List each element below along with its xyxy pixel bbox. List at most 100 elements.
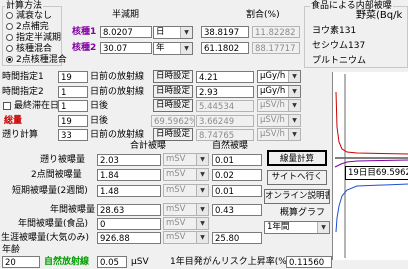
nuclide1-unit-select[interactable]: 日 ▼ [153, 26, 193, 39]
exposure-unit-select: mSV ▼ [163, 168, 209, 181]
exposure-unit-value: mSV [166, 154, 186, 164]
exposure-natural: 0.01 [212, 154, 262, 166]
total-text: 日後 [90, 116, 109, 126]
time1-days-input[interactable]: 19 [58, 71, 88, 83]
natural-radiation-label: 自然放射線 [44, 257, 90, 267]
last-stay-unit-value: µSV/h [260, 100, 285, 110]
natural-exposure-header: 自然被曝 [212, 141, 249, 151]
exposure-unit-select: mSV ▼ [163, 184, 209, 197]
exposure-natural: 25.80 [212, 232, 262, 244]
nuclide2-half-life-input[interactable]: 30.07 [100, 42, 152, 54]
nuclide2-ratio2: 88.17717 [252, 42, 300, 54]
graph-period-select[interactable]: 1年間 ▼ [264, 221, 330, 234]
exposure-label: 年間被曝量(食品) [18, 219, 89, 229]
food-item-cesium: セシウム137 [312, 41, 366, 51]
exposure-unit-value: mSV [166, 185, 186, 195]
time1-text: 日前の放射線 [90, 72, 145, 82]
online-manual-button[interactable]: オンライン説明書 [264, 189, 330, 204]
food-item-plutonium: プルトニウム [312, 56, 367, 66]
last-stay-dose: 5.44534 [196, 100, 254, 112]
exposure-label: 2点間被曝量 [31, 170, 82, 180]
nuclide1-half-life-input[interactable]: 8.0207 [100, 26, 152, 38]
dose-graph-curve-blue [335, 183, 408, 233]
chevron-down-icon: ▼ [317, 222, 329, 233]
radio-two-point-mix[interactable] [6, 56, 13, 63]
time2-unit-value: µGy/h [260, 86, 286, 96]
chevron-down-icon: ▼ [196, 218, 208, 229]
exposure-total: 28.63 [97, 204, 161, 216]
exposure-total: 1.48 [97, 185, 161, 197]
time2-dose-input[interactable]: 2.93 [196, 86, 254, 98]
exposure-unit-value: mSV [166, 232, 186, 242]
exposure-total: 0 [97, 218, 161, 230]
graph-tooltip-text: 19日目69.5962% [348, 168, 408, 178]
chevron-down-icon: ▼ [288, 100, 300, 111]
chevron-down-icon: ▼ [288, 115, 300, 126]
last-stay-unit-select: µSV/h ▼ [257, 99, 301, 112]
chevron-down-icon: ▼ [180, 43, 192, 54]
radio-two-point[interactable] [6, 23, 13, 30]
total-unit-select: µSV/h ▼ [257, 114, 301, 127]
radio-half-life[interactable] [6, 34, 13, 41]
time2-text: 日前の放射線 [90, 87, 145, 97]
half-life-header: 半減期 [112, 10, 140, 20]
exposure-unit-select: mSV ▼ [163, 231, 209, 244]
graph-period-value: 1年間 [267, 222, 290, 232]
exposure-total: 1.84 [97, 169, 161, 181]
time1-unit-select[interactable]: µGy/h ▼ [257, 70, 301, 83]
nuclide1-ratio2: 11.82282 [252, 26, 300, 38]
nuclide1-label: 核種1 [72, 27, 97, 37]
last-stay-datetime-button[interactable]: 日時設定 [153, 99, 193, 112]
natural-radiation-input[interactable]: 0.05 [97, 256, 127, 268]
radio-nuclide-mix[interactable] [6, 45, 13, 52]
total-label: 総量 [4, 116, 23, 126]
time2-days-input[interactable]: 1 [58, 86, 88, 98]
retro-unit-value: µSV/h [260, 129, 285, 139]
total-days-input[interactable]: 19 [58, 115, 88, 127]
nuclide1-unit-value: 日 [156, 27, 165, 37]
total-exposure-header: 合計被曝 [130, 141, 167, 151]
last-stay-checkbox[interactable] [3, 102, 11, 110]
chevron-down-icon: ▼ [288, 71, 300, 82]
total-dose: 3.66249 [196, 115, 254, 127]
nuclide2-ratio-input[interactable]: 61.1802 [201, 42, 249, 54]
retro-label: 遡り計算 [2, 130, 39, 140]
exposure-unit-value: mSV [166, 204, 186, 214]
last-stay-label[interactable]: 最終滞在日 [14, 100, 59, 112]
retro-days-input[interactable]: 33 [58, 129, 88, 141]
time1-label: 時間指定1 [2, 72, 44, 82]
age-label: 年齢 [2, 245, 21, 255]
exposure-natural: 0.01 [212, 185, 262, 197]
total-unit-value: µSV/h [260, 115, 285, 125]
radio-no-decay[interactable] [6, 12, 13, 19]
calc-dose-button[interactable]: 線量計算 [267, 150, 327, 166]
age-input[interactable]: 20 [2, 256, 40, 268]
time1-dose-input[interactable]: 4.21 [196, 71, 254, 83]
chevron-down-icon: ▼ [196, 185, 208, 196]
nuclide2-unit-select[interactable]: 年 ▼ [153, 42, 193, 55]
nuclide2-unit-value: 年 [156, 43, 165, 53]
exposure-unit-select: mSV ▼ [163, 153, 209, 166]
time2-unit-select[interactable]: µGy/h ▼ [257, 85, 301, 98]
time1-datetime-button[interactable]: 日時設定 [153, 70, 193, 83]
last-stay-days-input[interactable]: 1 [58, 100, 88, 112]
food-item-iodine: ヨウ素131 [312, 26, 357, 36]
exposure-label: 生涯被曝量(大気のみ) [1, 233, 90, 243]
nuclide1-ratio-input[interactable]: 38.8197 [201, 26, 249, 38]
exposure-label: 遡り被曝量 [40, 155, 86, 165]
retro-unit-select: µSV/h ▼ [257, 128, 301, 141]
chevron-down-icon: ▼ [196, 204, 208, 215]
chevron-down-icon: ▼ [180, 27, 192, 38]
exposure-label: 年間被曝量 [50, 205, 96, 215]
chevron-down-icon: ▼ [196, 154, 208, 165]
radio-two-point-mix-label[interactable]: 2点核種混合 [16, 54, 67, 66]
chevron-down-icon: ▼ [288, 129, 300, 140]
go-to-site-button[interactable]: サイトへ行く [267, 170, 327, 185]
time2-datetime-button[interactable]: 日時設定 [153, 85, 193, 98]
cancer-risk-value: 0.11560 [286, 256, 332, 268]
exposure-unit-value: mSV [166, 218, 186, 228]
time2-label: 時間指定2 [2, 87, 44, 97]
chevron-down-icon: ▼ [288, 86, 300, 97]
exposure-unit-value: mSV [166, 169, 186, 179]
vegetable-label: 野菜(Bq/k [356, 10, 403, 21]
